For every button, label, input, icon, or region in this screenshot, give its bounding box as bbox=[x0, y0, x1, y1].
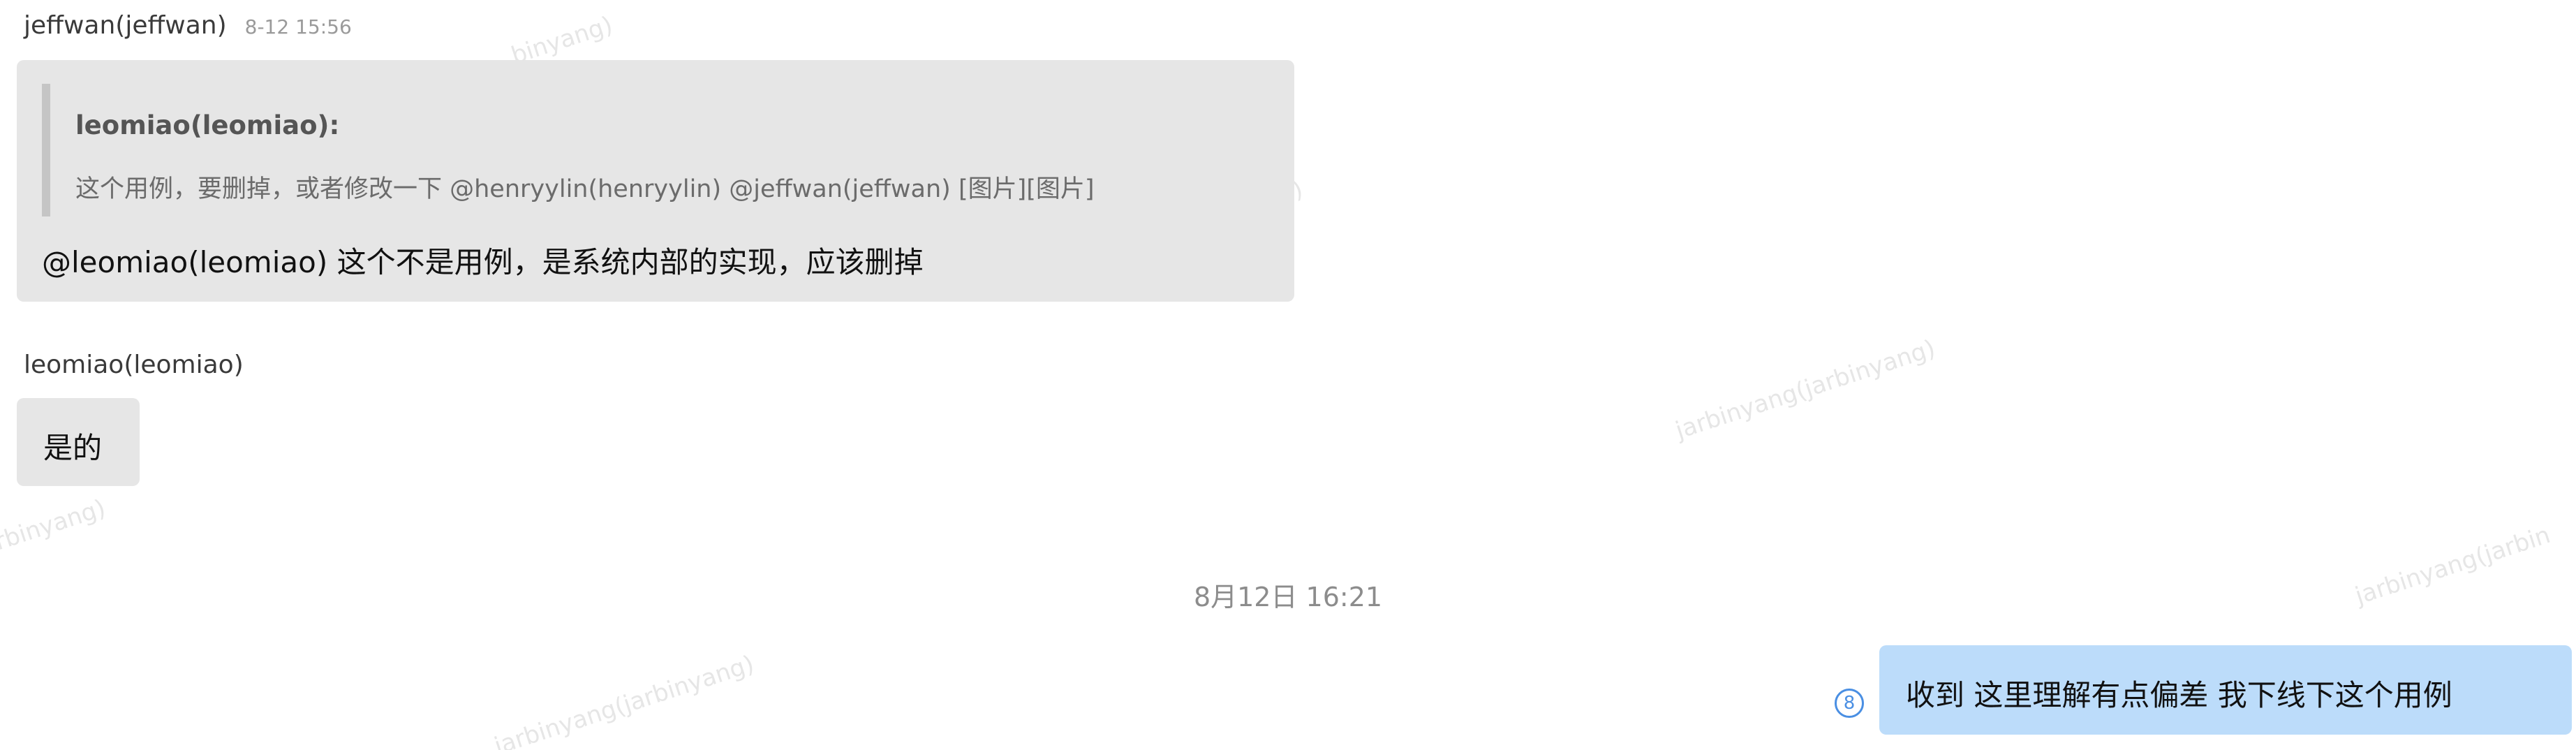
message-header: jeffwan(jeffwan) 8-12 15:56 bbox=[24, 11, 352, 40]
watermark: rbinyang) bbox=[0, 494, 110, 557]
message-text: 收到 这里理解有点偏差 我下线下这个用例 bbox=[1906, 678, 2452, 712]
time-divider: 8月12日 16:21 bbox=[1193, 582, 1383, 612]
message-timestamp: 8-12 15:56 bbox=[244, 15, 352, 38]
message-text: 是的 bbox=[43, 431, 103, 465]
quote-author: leomiao(leomiao): bbox=[75, 110, 340, 140]
watermark: jarbinyang(jarbinyang) bbox=[1672, 334, 1939, 446]
sender-name[interactable]: leomiao(leomiao) bbox=[24, 351, 244, 379]
message-bubble[interactable]: leomiao(leomiao): 这个用例，要删掉，或者修改一下 @henry… bbox=[17, 60, 1294, 302]
quote-text: 这个用例，要删掉，或者修改一下 @henryylin(henryylin) @j… bbox=[75, 175, 1095, 203]
message-text: @leomiao(leomiao) 这个不是用例，是系统内部的实现，应该删掉 bbox=[42, 245, 924, 279]
read-count-icon[interactable]: 8 bbox=[1835, 689, 1864, 718]
message-bubble[interactable]: 是的 bbox=[17, 398, 140, 486]
sender-name[interactable]: jeffwan(jeffwan) bbox=[24, 11, 227, 40]
message-header: leomiao(leomiao) bbox=[24, 351, 244, 379]
my-message-bubble[interactable]: 收到 这里理解有点偏差 我下线下这个用例 bbox=[1879, 645, 2572, 735]
quoted-message[interactable]: leomiao(leomiao): 这个用例，要删掉，或者修改一下 @henry… bbox=[42, 84, 1254, 216]
chat-window: binyang) ) jarbinyang(jarbinyang) rbinya… bbox=[0, 0, 2576, 750]
watermark: jarbinyang(jarbinyang) bbox=[491, 649, 758, 750]
